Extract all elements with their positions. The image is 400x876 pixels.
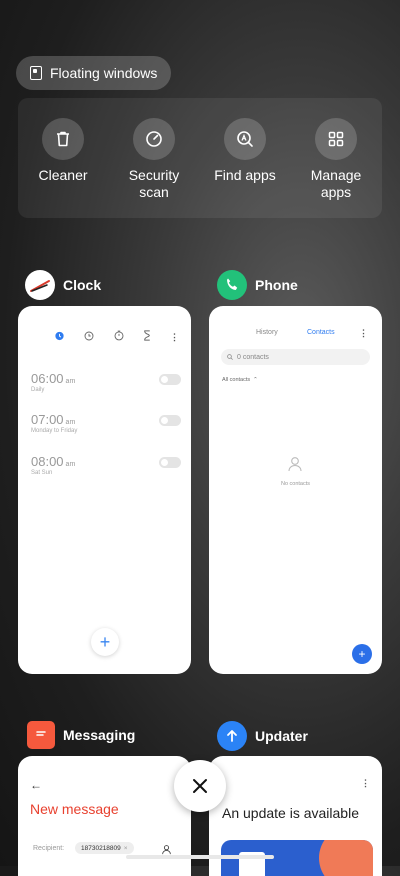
updater-app-header[interactable]: Updater [217, 721, 308, 751]
alarm-item[interactable]: 07:00 am Monday to Friday [31, 412, 181, 434]
contacts-filter-label: All contacts [222, 377, 251, 383]
tab-history[interactable]: History [256, 329, 278, 336]
alarm-icon[interactable] [54, 328, 65, 346]
alarm-time: 07:00 [31, 412, 64, 427]
alarm-item[interactable]: 08:00 am Sat Sun [31, 454, 181, 476]
home-indicator[interactable] [126, 855, 274, 859]
security-scan-button[interactable]: Security scan [109, 118, 199, 201]
alarm-toggle[interactable] [159, 457, 181, 468]
alarm-toggle[interactable] [159, 415, 181, 426]
contacts-count: 0 contacts [237, 353, 269, 361]
alarm-repeat: Sat Sun [31, 470, 53, 476]
alarm-repeat: Daily [31, 387, 45, 393]
no-contacts-text: No contacts [280, 481, 311, 487]
grid-icon [315, 118, 357, 160]
back-arrow-icon[interactable]: ← [30, 778, 42, 792]
remove-recipient-icon[interactable]: × [124, 845, 128, 852]
more-options-icon[interactable]: ⋮ [359, 328, 368, 339]
clock-app-icon [25, 270, 55, 300]
clock-tab-bar: ⋮ [54, 328, 179, 346]
updater-app-icon [217, 721, 247, 751]
manage-apps-button[interactable]: Manage apps [291, 118, 381, 201]
alarm-ampm: am [65, 419, 76, 426]
phone-app-preview[interactable]: History Contacts ⋮ 0 contacts All contac… [209, 306, 382, 674]
more-options-icon[interactable]: ⋮ [361, 778, 370, 789]
contacts-filter[interactable]: All contacts ⌃ [222, 377, 258, 383]
floating-windows-label: Floating windows [50, 65, 158, 81]
messaging-app-name: Messaging [63, 727, 136, 743]
messaging-app-icon [27, 721, 55, 749]
close-icon [193, 779, 207, 793]
add-alarm-button[interactable]: + [91, 628, 119, 656]
alarm-toggle[interactable] [159, 374, 181, 385]
recipient-chip[interactable]: 18730218809 × [75, 842, 134, 854]
trash-icon [42, 118, 84, 160]
clock-app-name: Clock [63, 277, 102, 293]
contacts-search-input[interactable]: 0 contacts [221, 349, 370, 365]
recipient-label: Recipient: [33, 845, 65, 852]
update-available-text: An update is available [222, 805, 359, 821]
floating-window-icon [30, 66, 42, 80]
recipient-number: 18730218809 [81, 844, 121, 852]
alarm-time: 08:00 [31, 454, 64, 469]
stopwatch-icon[interactable] [114, 328, 124, 346]
phone-app-icon [217, 270, 247, 300]
alarm-ampm: am [65, 461, 76, 468]
messaging-app-header[interactable]: Messaging [27, 721, 135, 749]
add-contact-button[interactable]: + [352, 644, 372, 664]
quick-tools-panel: Cleaner Security scan Find apps Manage a… [18, 98, 382, 218]
cleaner-button[interactable]: Cleaner [18, 118, 108, 184]
search-icon [227, 354, 233, 360]
person-icon [287, 456, 303, 477]
find-apps-label: Find apps [214, 167, 276, 183]
clock-app-preview[interactable]: ⋮ 06:00 am Daily 07:00 am Monday to Friday… [18, 306, 191, 674]
tab-contacts[interactable]: Contacts [307, 329, 335, 336]
search-apps-icon [224, 118, 266, 160]
alarm-time: 06:00 [31, 371, 64, 386]
cleaner-label: Cleaner [38, 167, 88, 183]
new-message-title: New message [30, 801, 119, 817]
more-options-icon[interactable]: ⋮ [170, 332, 179, 342]
clock-app-header[interactable]: Clock [25, 270, 101, 300]
phone-app-name: Phone [255, 277, 298, 293]
alarm-item[interactable]: 06:00 am Daily [31, 371, 181, 393]
timer-icon[interactable] [143, 328, 151, 346]
find-apps-button[interactable]: Find apps [200, 118, 290, 184]
updater-app-name: Updater [255, 728, 308, 744]
manage-apps-label: Manage apps [310, 167, 362, 200]
security-scan-label: Security scan [128, 167, 180, 200]
world-clock-icon[interactable] [84, 328, 94, 346]
chevron-updown-icon: ⌃ [253, 377, 258, 383]
gauge-icon [133, 118, 175, 160]
floating-windows-button[interactable]: Floating windows [16, 56, 172, 90]
alarm-ampm: am [65, 378, 76, 385]
close-all-button[interactable] [174, 760, 226, 812]
alarm-repeat: Monday to Friday [31, 428, 78, 434]
phone-app-header[interactable]: Phone [217, 270, 298, 300]
